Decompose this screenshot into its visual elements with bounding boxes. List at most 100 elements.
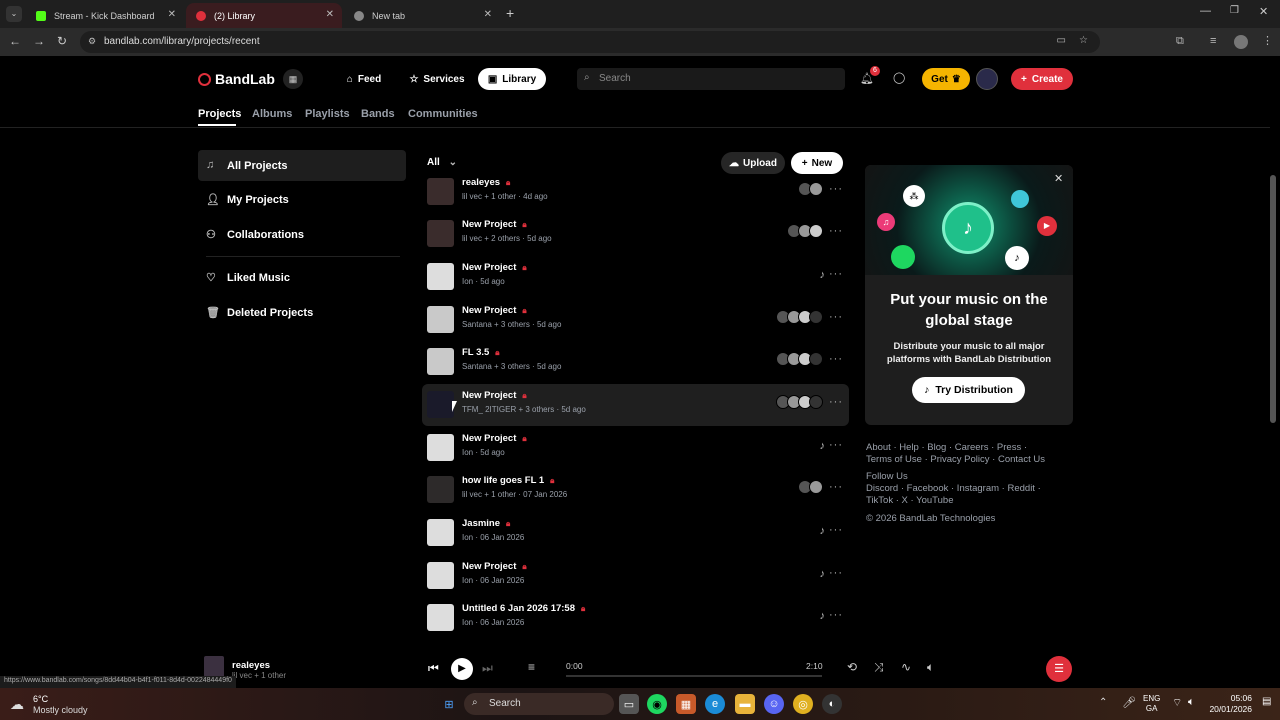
messages-icon[interactable]: ◯ xyxy=(893,71,905,84)
more-options-icon[interactable]: ··· xyxy=(829,481,843,493)
progress-track[interactable] xyxy=(566,675,822,677)
collaborator-avatar[interactable] xyxy=(809,352,823,366)
distribution-icon[interactable]: ♪ xyxy=(820,610,826,622)
restore-icon[interactable]: ❐ xyxy=(1230,5,1239,16)
project-title[interactable]: New Project 🔒︎ xyxy=(462,390,527,401)
tab-library[interactable]: (2) Library ✕ xyxy=(186,3,342,28)
close-icon[interactable]: ✕ xyxy=(326,9,334,20)
more-options-icon[interactable]: ··· xyxy=(829,268,843,280)
project-title[interactable]: realeyes 🔒︎ xyxy=(462,177,510,188)
footer-links-1[interactable]: About · Help · Blog · Careers · Press · xyxy=(866,442,1027,453)
project-thumbnail[interactable] xyxy=(427,604,454,631)
weather-temp[interactable]: 6°C xyxy=(33,694,48,704)
obs-icon[interactable]: ◐ xyxy=(822,694,842,714)
get-membership-button[interactable]: Get ♛ xyxy=(922,68,970,90)
project-thumbnail[interactable] xyxy=(427,220,454,247)
project-row[interactable]: New Project 🔒︎ Santana + 3 others · 5d ago… xyxy=(422,299,849,341)
more-options-icon[interactable]: ··· xyxy=(829,567,843,579)
repeat-icon[interactable]: ⟲ xyxy=(847,660,857,674)
project-thumbnail[interactable] xyxy=(427,434,454,461)
project-title[interactable]: New Project 🔒︎ xyxy=(462,262,527,273)
more-options-icon[interactable]: ··· xyxy=(829,524,843,536)
project-thumbnail[interactable] xyxy=(427,476,454,503)
language-indicator[interactable]: ENG GA xyxy=(1143,694,1160,714)
store-icon[interactable]: ▦ xyxy=(676,694,696,714)
filter-dropdown[interactable]: All ⌄ xyxy=(427,157,457,168)
collaborator-avatar[interactable] xyxy=(809,395,823,409)
tab-new-tab[interactable]: New tab ✕ xyxy=(344,3,500,28)
tab-albums[interactable]: Albums xyxy=(252,108,292,120)
tab-projects[interactable]: Projects xyxy=(198,108,241,120)
discord-icon[interactable]: ☺ xyxy=(764,694,784,714)
user-avatar[interactable] xyxy=(976,68,998,90)
collaborator-avatar[interactable] xyxy=(809,480,823,494)
volume-icon[interactable]: 🔈︎ xyxy=(927,660,934,675)
project-row[interactable]: New Project 🔒︎ Ion · 5d ago ··· ♪ xyxy=(422,427,849,469)
distribution-icon[interactable]: ♪ xyxy=(820,440,826,452)
nav-library[interactable]: ▣ Library xyxy=(478,68,546,90)
distribution-icon[interactable]: ♪ xyxy=(820,525,826,537)
close-window-icon[interactable]: ✕ xyxy=(1259,5,1268,18)
media-controls-icon[interactable]: ≡ xyxy=(1210,35,1216,47)
project-title[interactable]: FL 3.5 🔒︎ xyxy=(462,347,500,358)
page-scrollbar[interactable] xyxy=(1270,175,1276,423)
profile-avatar[interactable] xyxy=(1234,35,1248,49)
project-row[interactable]: FL 3.5 🔒︎ Santana + 3 others · 5d ago ··· xyxy=(422,341,849,383)
project-row[interactable]: New Project 🔒︎ lil vec + 2 others · 5d ago… xyxy=(422,213,849,255)
sidebar-item-collaborations[interactable]: ⚇ Collaborations xyxy=(198,219,406,250)
nav-feed[interactable]: ⌂ Feed xyxy=(340,68,388,90)
tab-bands[interactable]: Bands xyxy=(361,108,395,120)
project-thumbnail[interactable] xyxy=(427,348,454,375)
sidebar-item-all-projects[interactable]: ♫ All Projects xyxy=(198,150,406,181)
url-field[interactable]: ⚙ bandlab.com/library/projects/recent ▭ … xyxy=(80,31,1100,53)
shuffle-icon[interactable]: ⤨ xyxy=(874,660,884,675)
project-row[interactable]: New Project 🔒︎ Ion · 5d ago ··· ♪ xyxy=(422,256,849,298)
project-thumbnail[interactable] xyxy=(427,391,454,418)
bookmark-star-icon[interactable]: ☆ xyxy=(1079,35,1088,46)
project-title[interactable]: New Project 🔒︎ xyxy=(462,433,527,444)
wifi-icon[interactable]: ⌔ xyxy=(1172,696,1182,710)
sidebar-item-deleted-projects[interactable]: 🗑︎ Deleted Projects xyxy=(198,297,406,328)
search-input[interactable]: ⌕ Search xyxy=(577,68,845,90)
install-app-icon[interactable]: ▭ xyxy=(1057,35,1066,46)
project-title[interactable]: how life goes FL 1 🔒︎ xyxy=(462,475,554,486)
project-thumbnail[interactable] xyxy=(427,562,454,589)
queue-icon[interactable]: ≡ xyxy=(528,660,535,674)
project-title[interactable]: New Project 🔒︎ xyxy=(462,219,527,230)
task-view-icon[interactable]: ▭ xyxy=(619,694,639,714)
new-tab-plus-icon[interactable]: + xyxy=(506,5,514,21)
create-button[interactable]: + Create xyxy=(1011,68,1073,90)
bandlab-logo[interactable]: BandLab xyxy=(198,71,275,87)
edge-icon[interactable]: e xyxy=(705,694,725,714)
close-icon[interactable]: ✕ xyxy=(168,9,176,20)
project-title[interactable]: Jasmine 🔒︎ xyxy=(462,518,510,529)
tab-communities[interactable]: Communities xyxy=(408,108,478,120)
close-icon[interactable]: ✕ xyxy=(1054,172,1063,185)
sidebar-item-my-projects[interactable]: 👤︎ My Projects xyxy=(198,184,406,215)
extensions-icon[interactable]: ⧉ xyxy=(1176,35,1184,48)
tab-kick-dashboard[interactable]: Stream - Kick Dashboard ✕ xyxy=(26,3,184,28)
project-thumbnail[interactable] xyxy=(427,519,454,546)
weather-desc[interactable]: Mostly cloudy xyxy=(33,705,88,715)
browser-menu-icon[interactable]: ⋮ xyxy=(1262,34,1273,47)
waveform-icon[interactable]: ∿ xyxy=(901,660,911,674)
collaborator-avatar[interactable] xyxy=(809,224,823,238)
project-title[interactable]: New Project 🔒︎ xyxy=(462,305,527,316)
project-row[interactable]: how life goes FL 1 🔒︎ lil vec + 1 other · … xyxy=(422,469,849,511)
more-options-icon[interactable]: ··· xyxy=(829,225,843,237)
project-title[interactable]: Untitled 6 Jan 2026 17:58 🔒︎ xyxy=(462,603,585,614)
project-row[interactable]: New Project 🔒︎ TFM_ 2ITIGER + 3 others · 5… xyxy=(422,384,849,426)
project-thumbnail[interactable] xyxy=(427,306,454,333)
spotify-icon[interactable]: ◉ xyxy=(647,694,667,714)
project-row[interactable]: realeyes 🔒︎ lil vec + 1 other · 4d ago ··· xyxy=(422,171,849,213)
file-explorer-icon[interactable]: ▬ xyxy=(735,694,755,714)
minimize-icon[interactable]: — xyxy=(1200,5,1211,17)
tab-list-chevron-icon[interactable]: ⌄ xyxy=(6,6,22,22)
player-menu-button[interactable]: ☰ xyxy=(1046,656,1072,682)
previous-icon[interactable]: ⏮ xyxy=(428,661,439,676)
project-row[interactable]: Jasmine 🔒︎ Ion · 06 Jan 2026 ··· ♪ xyxy=(422,512,849,554)
footer-social-links-1[interactable]: Discord · Facebook · Instagram · Reddit … xyxy=(866,483,1041,494)
microphone-icon[interactable]: 🎤︎ xyxy=(1122,696,1136,709)
more-options-icon[interactable]: ··· xyxy=(829,439,843,451)
windows-start-icon[interactable]: ⊞ xyxy=(439,694,459,714)
